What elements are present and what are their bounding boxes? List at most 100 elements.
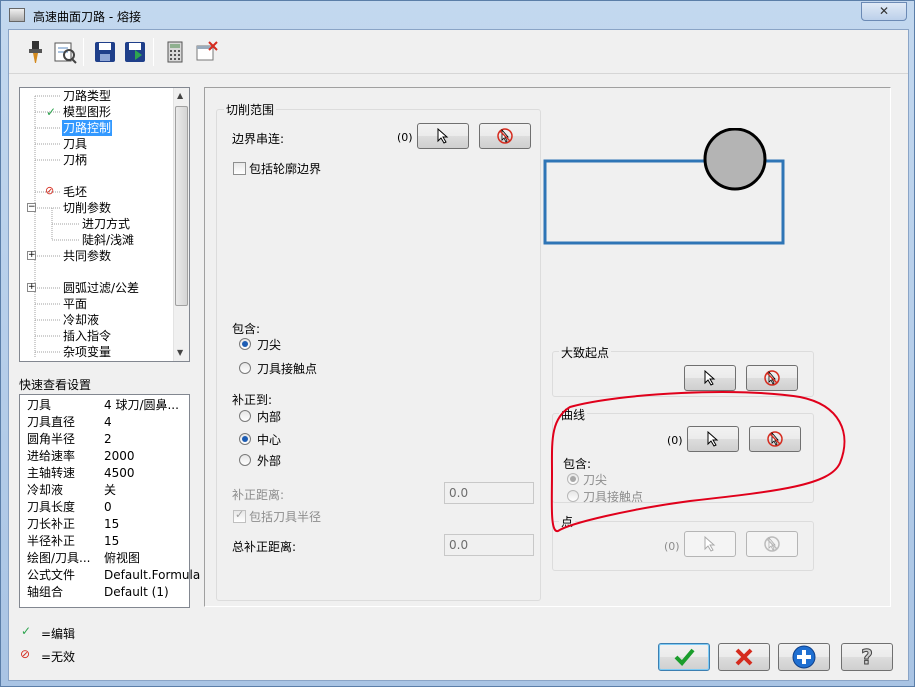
include-tool-radius-checkbox[interactable]: ✓ [233, 508, 246, 523]
start-point-label: 大致起点 [559, 344, 612, 361]
dialog-client: 刀路类型 ✓ 模型图形 刀路控制 刀具 刀柄 ⊘ 毛坯 − 切削参数 进刀方式 … [8, 29, 909, 681]
tree-item-common-params[interactable]: 共同参数 [63, 248, 111, 264]
include-label: 包含: [232, 322, 261, 336]
checkmark-icon [674, 648, 695, 666]
expand-icon[interactable]: + [27, 283, 36, 292]
tree-item-cut-params[interactable]: 切削参数 [63, 200, 111, 216]
clear-selection-icon [497, 128, 513, 144]
quick-view-title: 快速查看设置 [19, 378, 92, 392]
disabled-icon: ⊘ [45, 184, 55, 197]
disabled-legend-icon: ⊘ [20, 647, 31, 661]
help-button[interactable]: ? [841, 643, 893, 671]
include-tip-radio[interactable] [239, 338, 251, 350]
cut-range-label: 切削范围 [224, 101, 277, 118]
title-bar: 高速曲面刀路 - 熔接 ✕ [1, 1, 915, 29]
toolbar-separator [83, 38, 84, 66]
qv-value: 4 [104, 415, 112, 429]
tree-item-arc-filter[interactable]: 圆弧过滤/公差 [63, 280, 139, 296]
dialog-window: 高速曲面刀路 - 熔接 ✕ 刀路类型 ✓ 模型图形 刀路控制 刀具 刀柄 ⊘ 毛… [0, 0, 915, 687]
toolbar-separator [153, 38, 154, 66]
boundary-chain-label: 边界串连: [232, 132, 285, 146]
legend-disabled: =无效 [41, 650, 76, 664]
comp-inside-label: 内部 [257, 410, 282, 424]
collapse-icon[interactable]: − [27, 203, 36, 212]
qv-value: 4 球刀/圆鼻... [104, 398, 179, 412]
plus-icon [792, 645, 816, 669]
tree-item-model-geometry[interactable]: 模型图形 [63, 104, 111, 120]
tree-item-planes[interactable]: 平面 [63, 296, 87, 312]
tree-item-misc-values[interactable]: 杂项变量 [63, 344, 111, 360]
qv-key: 圆角半径 [27, 432, 76, 446]
tree-item-toolpath-type[interactable]: 刀路类型 [63, 88, 111, 104]
include-contour-checkbox[interactable] [233, 162, 246, 175]
cancel-button[interactable] [718, 643, 770, 671]
toolbar [9, 30, 908, 74]
close-button[interactable]: ✕ [861, 2, 907, 21]
include-contact-radio[interactable] [239, 362, 251, 374]
qv-key: 主轴转速 [27, 466, 76, 480]
pointer-icon [437, 128, 449, 144]
qv-key: 刀长补正 [27, 517, 76, 531]
tree-item-entry-method[interactable]: 进刀方式 [82, 216, 130, 232]
toolpath-control-page: 切削范围 边界串连: (0) 包括轮廓边界 包含: 刀尖 刀具接触点 补正到: … [204, 87, 891, 607]
ok-button[interactable] [658, 643, 710, 671]
qv-value: 0 [104, 500, 112, 514]
check-icon: ✓ [46, 105, 57, 119]
qv-value: 俯视图 [104, 551, 141, 565]
include-contour-label: 包括轮廓边界 [249, 162, 322, 176]
comp-outside-radio[interactable] [239, 454, 251, 466]
qv-key: 绘图/刀具... [27, 551, 91, 565]
include-tip-label: 刀尖 [257, 338, 282, 352]
qv-value: 15 [104, 517, 120, 531]
tree-item-holder[interactable]: 刀柄 [63, 152, 87, 168]
boundary-count: (0) [397, 131, 413, 144]
qv-value: 关 [104, 483, 117, 497]
edited-check-icon: ✓ [21, 624, 32, 638]
app-icon [9, 8, 25, 22]
tree-item-coolant[interactable]: 冷却液 [63, 312, 99, 328]
comp-center-radio[interactable] [239, 433, 251, 445]
comp-outside-label: 外部 [257, 454, 282, 468]
cut-range-group [216, 109, 541, 601]
calculator-icon[interactable] [163, 40, 187, 64]
scroll-up-icon[interactable]: ▲ [177, 91, 183, 100]
parameter-tree[interactable]: 刀路类型 ✓ 模型图形 刀路控制 刀具 刀柄 ⊘ 毛坯 − 切削参数 进刀方式 … [19, 87, 190, 362]
tree-item-canned-text[interactable]: 插入指令 [63, 328, 111, 344]
window-title: 高速曲面刀路 - 熔接 [33, 10, 141, 24]
tree-item-toolpath-control[interactable]: 刀路控制 [62, 120, 113, 136]
legend-edited: =编辑 [41, 627, 76, 641]
save-icon[interactable] [93, 40, 117, 64]
load-icon[interactable] [123, 40, 147, 64]
comp-inside-radio[interactable] [239, 410, 251, 422]
qv-value: 2000 [104, 449, 135, 463]
tree-item-tool[interactable]: 刀具 [63, 136, 87, 152]
tool-icon[interactable] [23, 40, 47, 64]
delete-icon[interactable] [195, 40, 219, 64]
comp-center-label: 中心 [257, 433, 282, 447]
apply-button[interactable] [778, 643, 830, 671]
qv-value: 2 [104, 432, 112, 446]
boundary-select-button[interactable] [417, 123, 469, 149]
tree-item-stock[interactable]: 毛坯 [63, 184, 87, 200]
qv-key: 刀具长度 [27, 500, 76, 514]
quick-view-panel: 刀具 4 球刀/圆鼻... 刀具直径 4 圆角半径 2 进给速率 2000 主轴… [19, 394, 200, 608]
include-contact-label: 刀具接触点 [257, 362, 318, 376]
qv-key: 冷却液 [27, 483, 64, 497]
tree-scrollbar[interactable]: ▲ ▼ [173, 88, 189, 361]
scroll-down-icon[interactable]: ▼ [177, 348, 183, 357]
comp-distance-input[interactable]: 0.0 [444, 482, 534, 504]
tree-item-steep-shallow[interactable]: 陡斜/浅滩 [82, 232, 134, 248]
qv-key: 刀具直径 [27, 415, 76, 429]
total-comp-input[interactable]: 0.0 [444, 534, 534, 556]
verify-icon[interactable] [53, 40, 77, 64]
scroll-thumb[interactable] [175, 106, 188, 306]
boundary-preview-graphic [543, 128, 785, 245]
qv-key: 刀具 [27, 398, 52, 412]
qv-value: Default (1) [104, 585, 169, 599]
comp-to-label: 补正到: [232, 393, 273, 407]
qv-key: 轴组合 [27, 585, 64, 599]
expand-icon[interactable]: + [27, 251, 36, 260]
help-icon: ? [861, 645, 874, 669]
boundary-clear-button[interactable] [479, 123, 531, 149]
qv-key: 半径补正 [27, 534, 76, 548]
